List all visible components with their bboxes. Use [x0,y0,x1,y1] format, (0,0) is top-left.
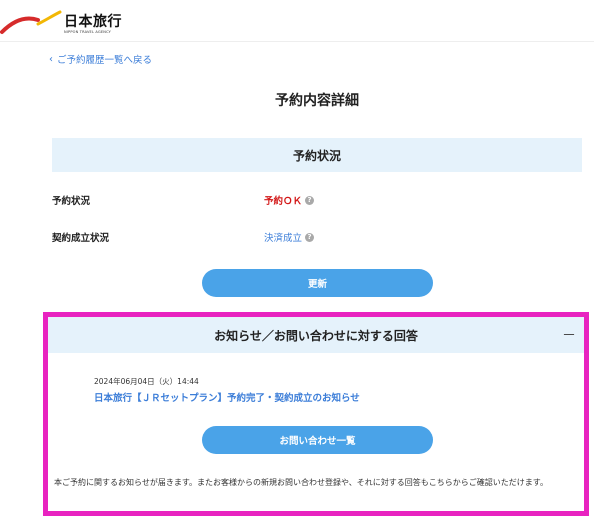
logo-subtext: NIPPON TRAVEL AGENCY [64,30,112,34]
notice-date: 2024年06月04日（火）14:44 [94,377,199,386]
help-icon[interactable]: ? [305,232,315,242]
reservation-status-row: 予約状況 予約ＯＫ ? [52,190,582,210]
back-link-label: ご予約履歴一覧へ戻る [57,55,153,66]
logo-text: 日本旅行 [64,14,122,30]
reservation-status-value: 予約ＯＫ [264,196,303,207]
status-section-title: 予約状況 [52,138,582,172]
notice-item-link[interactable]: 日本旅行【ＪＲセットプラン】予約完了・契約成立のお知らせ [94,390,360,404]
logo-swoosh-icon [0,10,62,34]
notice-description: 本ご予約に関するお知らせが届きます。またお客様からの新規お問い合わせ登録や、それ… [54,478,548,487]
help-icon[interactable]: ? [305,195,315,205]
notice-section: お知らせ／お問い合わせに対する回答 － 2024年06月04日（火）14:44 … [43,312,589,516]
contract-status-row: 契約成立状況 決済成立 ? [52,227,582,247]
site-header: 日本旅行 NIPPON TRAVEL AGENCY [0,0,594,42]
inquiry-list-button[interactable]: お問い合わせ一覧 [202,426,433,454]
update-button[interactable]: 更新 [202,269,433,297]
reservation-status-label: 予約状況 [52,196,91,207]
contract-status-value[interactable]: 決済成立 [264,230,302,244]
notice-section-title: お知らせ／お問い合わせに対する回答 [48,317,584,353]
page-title: 予約内容詳細 [275,93,359,109]
contract-status-label: 契約成立状況 [52,233,110,244]
back-to-history-link[interactable]: ‹ ご予約履歴一覧へ戻る [49,52,153,67]
chevron-left-icon: ‹ [49,53,53,65]
collapse-icon[interactable]: － [562,317,576,353]
